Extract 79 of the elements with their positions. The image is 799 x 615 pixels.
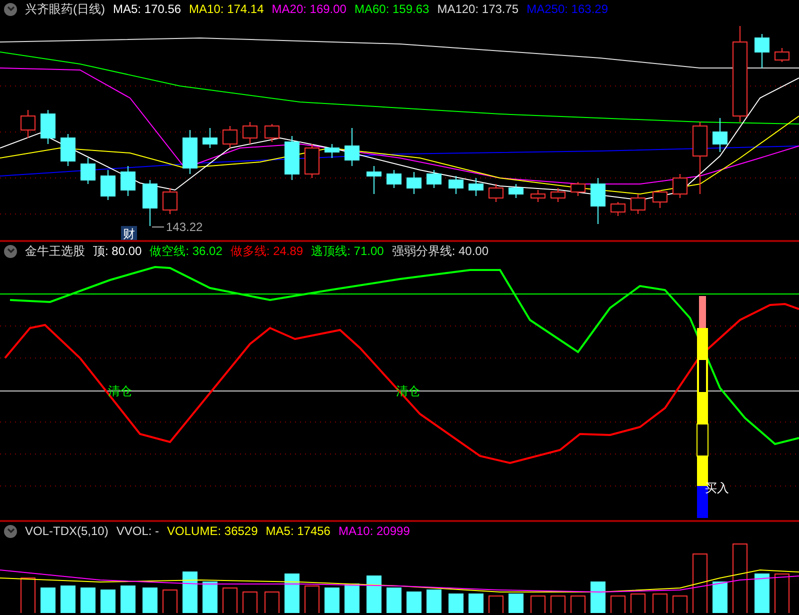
legend-value: MA120: 173.75 — [437, 1, 519, 18]
legend-value: MA250: 163.29 — [526, 1, 608, 18]
volume-bar — [448, 594, 464, 613]
panel-title: 兴齐眼药(日线) — [25, 1, 105, 18]
volume-bar — [754, 574, 770, 613]
candlestick — [386, 170, 402, 188]
volume-bar — [426, 590, 442, 613]
volume-bar — [60, 586, 76, 613]
legend-value: MA10: 20999 — [338, 523, 410, 540]
volume-bar — [324, 588, 340, 613]
candlestick — [304, 144, 320, 178]
panel-title: VOL-TDX(5,10) — [25, 523, 108, 540]
volume-bar — [120, 586, 136, 613]
volume-bar — [386, 588, 402, 613]
volume-bar — [590, 582, 606, 613]
candlestick — [222, 126, 238, 148]
legend-value: MA5: 170.56 — [113, 1, 182, 18]
candlestick — [652, 190, 668, 208]
candlestick — [100, 170, 116, 200]
candlestick — [630, 194, 646, 214]
legend-value: 逃顶线: 71.00 — [311, 243, 384, 260]
collapse-icon[interactable] — [4, 2, 17, 16]
volume-bar — [182, 572, 198, 613]
volume-bar — [406, 592, 422, 613]
candlestick — [242, 122, 258, 144]
candlestick — [284, 136, 300, 180]
event-marker: 财 — [121, 226, 137, 240]
candlestick — [344, 128, 360, 166]
candlestick — [672, 174, 688, 198]
volume-bar — [142, 588, 158, 613]
volume-bar — [40, 588, 56, 613]
collapse-icon[interactable] — [4, 244, 17, 258]
candlestick — [324, 144, 340, 158]
panel-title: 金牛王选股 — [25, 243, 85, 260]
candlestick — [610, 202, 626, 216]
candlestick — [202, 128, 218, 148]
candlestick — [448, 176, 464, 194]
candlestick — [80, 158, 96, 184]
legend-value: MA5: 17456 — [266, 523, 330, 540]
candlestick — [162, 188, 178, 214]
volume-bar — [284, 574, 300, 613]
candlestick — [426, 170, 442, 188]
candlestick — [590, 178, 606, 224]
legend-value: VVOL: - — [116, 523, 160, 540]
candlestick — [20, 110, 36, 138]
candlestick — [488, 184, 504, 202]
candlestick — [774, 48, 790, 62]
volume-bar — [100, 590, 116, 613]
legend-value: MA60: 159.63 — [354, 1, 430, 18]
legend-value: MA20: 169.00 — [272, 1, 346, 18]
candlestick — [754, 34, 770, 68]
candlestick — [712, 118, 728, 152]
candlestick — [60, 134, 76, 166]
candlestick — [508, 184, 524, 198]
volume-bar — [344, 584, 360, 613]
candlestick — [406, 172, 422, 194]
legend-value: VOLUME: 36529 — [167, 523, 258, 540]
candlestick — [264, 124, 280, 142]
volume-bar — [80, 588, 96, 613]
legend-value: MA10: 174.14 — [189, 1, 264, 18]
legend-value: 强弱分界线: 40.00 — [392, 243, 489, 260]
candlestick — [530, 190, 546, 202]
candlestick — [570, 182, 586, 196]
volume-bar — [712, 582, 728, 613]
volume-bar — [508, 594, 524, 613]
candlestick — [550, 188, 566, 202]
legend-value: 顶: 80.00 — [93, 243, 142, 260]
candlestick — [366, 166, 382, 194]
candlestick — [468, 178, 484, 196]
collapse-icon[interactable] — [4, 524, 17, 538]
volume-bar — [366, 576, 382, 613]
candlestick — [120, 166, 136, 196]
legend-value: 做空线: 36.02 — [150, 243, 222, 260]
volume-bar — [202, 582, 218, 613]
volume-bar — [468, 594, 484, 613]
candlestick — [40, 110, 56, 144]
candlestick — [142, 180, 158, 226]
legend-value: 做多线: 24.89 — [230, 243, 304, 260]
candlestick — [182, 130, 198, 174]
